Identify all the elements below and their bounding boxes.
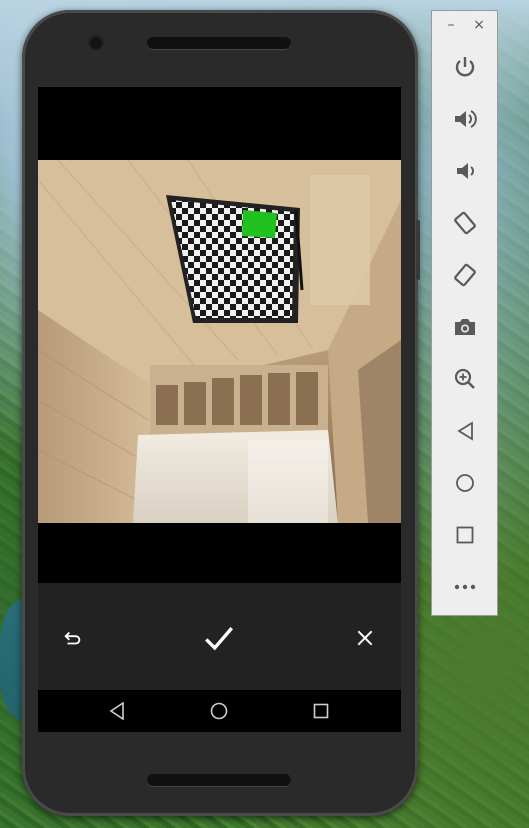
nav-home-button[interactable] bbox=[189, 690, 249, 732]
toolbar-back-button[interactable] bbox=[442, 411, 488, 451]
toolbar-window-controls: – × bbox=[432, 11, 497, 41]
top-speaker-grille bbox=[147, 37, 291, 49]
preview-letterbox-top bbox=[38, 87, 401, 160]
volume-up-icon bbox=[452, 107, 478, 131]
review-controls-bar bbox=[38, 583, 401, 690]
cancel-close-icon bbox=[355, 628, 375, 648]
more-icon bbox=[453, 583, 477, 591]
power-icon bbox=[453, 55, 477, 79]
confirm-check-icon bbox=[202, 621, 236, 655]
more-options-button[interactable] bbox=[442, 567, 488, 607]
back-triangle-icon bbox=[456, 421, 474, 441]
rotate-left-icon bbox=[452, 210, 478, 236]
nav-back-button[interactable] bbox=[87, 690, 147, 732]
photo-scene bbox=[38, 160, 401, 523]
android-navigation-bar bbox=[38, 690, 401, 732]
overview-square-icon bbox=[456, 526, 474, 544]
nav-recents-button[interactable] bbox=[291, 690, 351, 732]
cancel-button[interactable] bbox=[350, 623, 380, 653]
volume-down-icon bbox=[452, 159, 478, 183]
retake-button[interactable] bbox=[58, 623, 88, 653]
close-window-button[interactable]: × bbox=[471, 17, 487, 33]
volume-up-button[interactable] bbox=[442, 99, 488, 139]
volume-down-button[interactable] bbox=[442, 151, 488, 191]
minimize-button[interactable]: – bbox=[443, 17, 459, 33]
preview-letterbox-bottom bbox=[38, 523, 401, 583]
nav-recents-icon bbox=[313, 703, 329, 719]
confirm-button[interactable] bbox=[199, 618, 239, 658]
toolbar-overview-button[interactable] bbox=[442, 515, 488, 555]
front-camera bbox=[90, 37, 102, 49]
zoom-button[interactable] bbox=[442, 359, 488, 399]
side-power-key bbox=[416, 220, 420, 280]
retake-icon bbox=[62, 627, 84, 649]
rotate-right-icon bbox=[452, 262, 478, 288]
nav-back-icon bbox=[109, 702, 125, 720]
captured-photo-preview bbox=[38, 160, 401, 523]
home-circle-icon bbox=[455, 473, 475, 493]
rotate-left-button[interactable] bbox=[442, 203, 488, 243]
device-screen bbox=[38, 87, 401, 732]
camera-icon bbox=[452, 315, 478, 339]
rotate-right-button[interactable] bbox=[442, 255, 488, 295]
toolbar-home-button[interactable] bbox=[442, 463, 488, 503]
emulator-toolbar: – × bbox=[431, 10, 498, 616]
green-marker bbox=[242, 210, 277, 238]
nav-home-icon bbox=[210, 702, 228, 720]
zoom-icon bbox=[453, 367, 477, 391]
screenshot-button[interactable] bbox=[442, 307, 488, 347]
bottom-speaker-grille bbox=[147, 774, 291, 786]
power-button[interactable] bbox=[442, 47, 488, 87]
